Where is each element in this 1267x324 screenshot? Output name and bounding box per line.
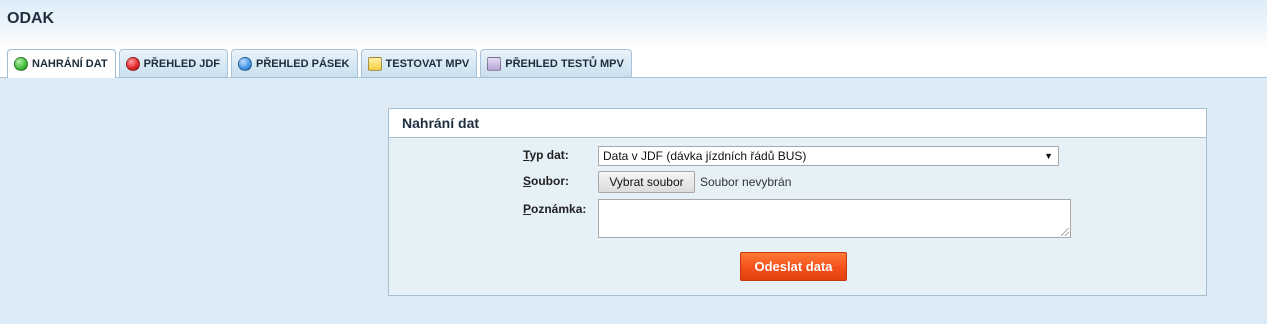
- tab-label: PŘEHLED PÁSEK: [255, 57, 350, 70]
- dropdown-arrow-icon: ▼: [1044, 151, 1053, 161]
- file-label-accesskey: S: [523, 174, 532, 188]
- tab-nahrani-dat[interactable]: NAHRÁNÍ DAT: [7, 49, 116, 78]
- tab-label: PŘEHLED TESTŮ MPV: [505, 57, 624, 70]
- resize-grip-icon[interactable]: [1061, 228, 1069, 236]
- file-label-text: oubor:: [531, 174, 570, 188]
- upload-panel: Nahrání dat Typ dat: Data v JDF (dávka j…: [388, 108, 1207, 296]
- content-area: Nahrání dat Typ dat: Data v JDF (dávka j…: [0, 77, 1267, 324]
- file-status: Soubor nevybrán: [700, 175, 792, 189]
- type-label: Typ dat:: [523, 148, 569, 162]
- tab-prehled-pasek[interactable]: PŘEHLED PÁSEK: [230, 49, 358, 77]
- panel-title: Nahrání dat: [389, 109, 1206, 138]
- note-label-text: oznámka:: [531, 202, 587, 216]
- file-label: Soubor:: [523, 174, 569, 188]
- tab-bar: NAHRÁNÍ DAT PŘEHLED JDF PŘEHLED PÁSEK TE…: [7, 49, 632, 78]
- red-circle-icon: [125, 56, 140, 71]
- green-circle-icon: [14, 57, 28, 71]
- tab-label: NAHRÁNÍ DAT: [32, 58, 108, 70]
- tab-testovat-mpv[interactable]: TESTOVAT MPV: [360, 49, 478, 77]
- blue-circle-icon: [237, 56, 252, 71]
- type-label-text: yp dat:: [529, 148, 569, 162]
- tab-prehled-jdf[interactable]: PŘEHLED JDF: [118, 49, 228, 77]
- note-textarea[interactable]: [598, 199, 1071, 238]
- app-title: ODAK: [7, 10, 55, 27]
- tab-prehled-testu-mpv[interactable]: PŘEHLED TESTŮ MPV: [480, 49, 632, 77]
- app-header: ODAK: [0, 0, 1267, 48]
- upload-form: Typ dat: Data v JDF (dávka jízdních řádů…: [389, 138, 1206, 296]
- note-label: Poznámka:: [523, 202, 586, 216]
- data-type-select[interactable]: Data v JDF (dávka jízdních řádů BUS) ▼: [598, 146, 1059, 166]
- yellow-square-icon: [367, 56, 382, 71]
- tab-label: TESTOVAT MPV: [385, 57, 470, 70]
- submit-button[interactable]: Odeslat data: [740, 252, 847, 281]
- purple-square-icon: [487, 56, 502, 71]
- note-label-accesskey: P: [523, 202, 532, 216]
- data-type-value: Data v JDF (dávka jízdních řádů BUS): [603, 149, 807, 163]
- tab-label: PŘEHLED JDF: [143, 57, 220, 70]
- choose-file-button[interactable]: Vybrat soubor: [598, 171, 695, 193]
